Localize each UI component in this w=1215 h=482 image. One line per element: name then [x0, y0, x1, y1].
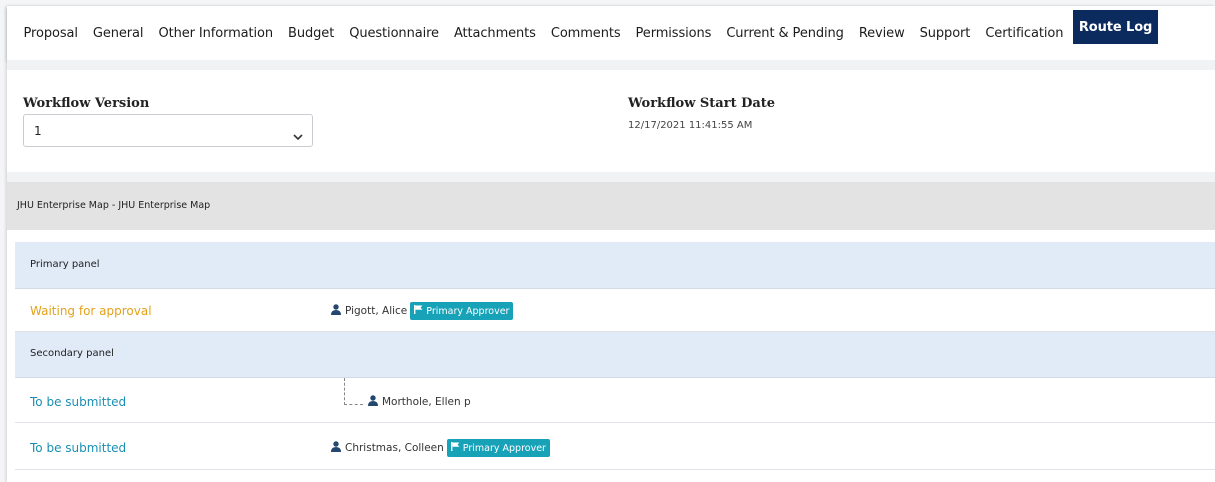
primary-approver-badge: Primary Approver: [410, 302, 514, 320]
tab-other-information[interactable]: Other Information: [151, 16, 281, 50]
approver: Christmas, Colleen Primary Approver: [331, 439, 550, 457]
primary-approver-badge: Primary Approver: [446, 439, 550, 457]
step-status: To be submitted: [30, 395, 127, 409]
flag-icon: [450, 442, 460, 454]
chevron-down-icon: [293, 126, 303, 145]
tab-budget[interactable]: Budget: [281, 16, 342, 50]
spacer-band: [7, 60, 1215, 70]
map-header-title: JHU Enterprise Map - JHU Enterprise Map: [17, 200, 211, 211]
tab-comments[interactable]: Comments: [543, 16, 628, 50]
tab-certification[interactable]: Certification: [978, 16, 1071, 50]
approver: Pigott, Alice Primary Approver: [331, 302, 514, 320]
workflow-start-date-label: Workflow Start Date: [628, 96, 776, 111]
approver: Morthole, Ellen p: [368, 395, 471, 409]
workflow-version-select[interactable]: 1: [23, 114, 313, 147]
approver-name: Pigott, Alice: [345, 305, 408, 317]
tab-general[interactable]: General: [85, 16, 151, 50]
spacer-band-2: [7, 172, 1215, 182]
user-icon: [368, 395, 378, 409]
tab-support[interactable]: Support: [912, 16, 978, 50]
user-icon: [331, 441, 341, 455]
tab-attachments[interactable]: Attachments: [446, 16, 543, 50]
user-icon: [331, 304, 341, 318]
badge-label: Primary Approver: [462, 442, 546, 454]
workflow-start-date-value: 12/17/2021 11:41:55 AM: [628, 120, 753, 131]
tab-proposal[interactable]: Proposal: [16, 16, 85, 50]
map-header: JHU Enterprise Map - JHU Enterprise Map: [7, 182, 1215, 230]
tab-questionnaire[interactable]: Questionnaire: [342, 16, 447, 50]
route-step-row: To be submitted Morthole, Ellen p: [15, 378, 1215, 423]
tab-review[interactable]: Review: [851, 16, 912, 50]
workflow-info-section: Workflow Version 1 Workflow Start Date 1…: [7, 70, 1215, 172]
badge-label: Primary Approver: [426, 305, 510, 317]
secondary-panel-title: Secondary panel: [30, 348, 114, 359]
flag-icon: [414, 305, 423, 317]
workflow-version-label: Workflow Version: [23, 96, 150, 111]
hierarchy-connector: [344, 378, 363, 405]
primary-panel-title: Primary panel: [30, 259, 100, 270]
approver-name: Christmas, Colleen: [345, 442, 444, 454]
step-status: To be submitted: [30, 441, 127, 455]
step-status: Waiting for approval: [30, 304, 152, 318]
tab-route-log[interactable]: Route Log: [1072, 10, 1159, 44]
route-step-row: Waiting for approval Pigott, Alice Prima…: [15, 289, 1215, 332]
approver-name: Morthole, Ellen p: [382, 396, 471, 408]
tab-current-pending[interactable]: Current & Pending: [719, 16, 852, 50]
secondary-panel-header: Secondary panel: [15, 332, 1215, 378]
route-step-row: To be submitted Christmas, Colleen Prima…: [15, 423, 1215, 470]
tab-permissions[interactable]: Permissions: [628, 16, 719, 50]
primary-panel-header: Primary panel: [15, 242, 1215, 289]
tab-bar: Proposal General Other Information Budge…: [7, 6, 1215, 60]
route-log-frame: Proposal General Other Information Budge…: [7, 6, 1215, 482]
workflow-version-value: 1: [34, 124, 42, 138]
